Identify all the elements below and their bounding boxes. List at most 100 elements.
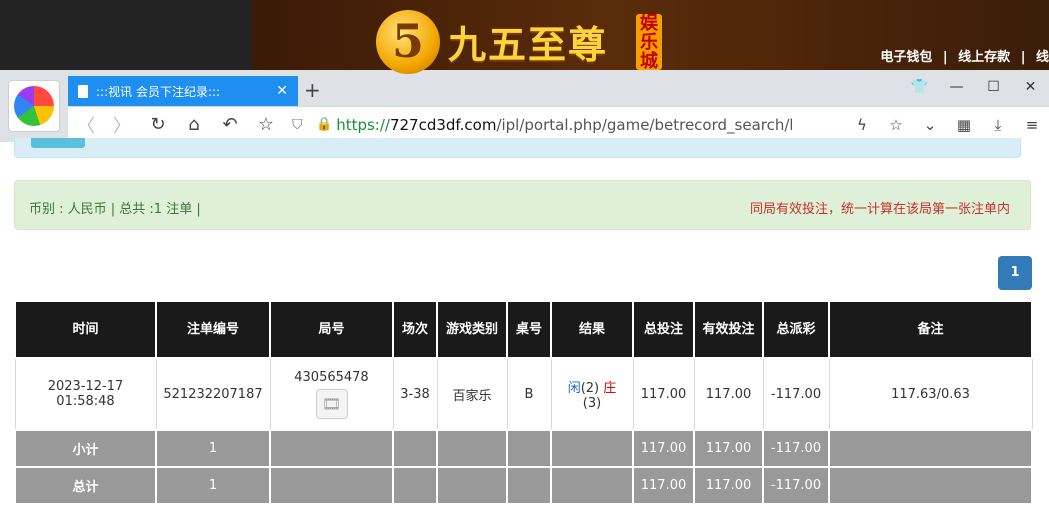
cell-round-id: 430565478 🎞 xyxy=(269,357,394,431)
link-sep: | xyxy=(1020,50,1026,65)
total-label: 总计 xyxy=(14,466,157,505)
round-id: 430565478 xyxy=(294,369,369,385)
col-note: 备注 xyxy=(828,300,1033,359)
empty-cell xyxy=(550,466,634,505)
reload-icon[interactable]: ↻ xyxy=(140,114,176,135)
result-banker: 庄 xyxy=(603,381,617,396)
browser-chrome: :::视讯 会员下注纪录::: ✕ + 👕 — ☐ ✕ 〈 〉 ↻ ⌂ ↶ ☆ … xyxy=(0,70,1049,142)
empty-cell xyxy=(269,429,394,468)
forward-icon[interactable]: 〉 xyxy=(104,112,140,138)
link-ewallet[interactable]: 电子钱包 xyxy=(880,50,932,65)
cell-table: B xyxy=(506,357,552,431)
subtotal-row: 小计 1 117.00 117.00 -117.00 xyxy=(14,429,1033,468)
browser-toolbar: 〈 〉 ↻ ⌂ ↶ ☆ ⛉ 🔒 https:// 727cd3df.com /i… xyxy=(68,106,1049,142)
empty-cell xyxy=(828,429,1033,468)
new-tab-icon[interactable]: + xyxy=(304,78,321,102)
empty-cell xyxy=(392,466,438,505)
browser-logo-icon xyxy=(14,86,54,126)
empty-cell xyxy=(550,429,634,468)
table-row: 2023-12-17 01:58:48 521232207187 4305654… xyxy=(14,357,1033,431)
video-replay-icon[interactable]: 🎞 xyxy=(315,388,348,419)
link-online-deposit[interactable]: 线上存款 xyxy=(958,50,1010,65)
table-header-row: 时间 注单编号 局号 场次 游戏类别 桌号 结果 总投注 有效投注 总派彩 备注 xyxy=(14,300,1033,359)
total-payout: -117.00 xyxy=(762,466,830,505)
subtotal-valid-bet: 117.00 xyxy=(693,429,764,468)
banner-left-panel xyxy=(0,0,252,70)
col-bet-id: 注单编号 xyxy=(155,300,271,359)
tab-active[interactable]: :::视讯 会员下注纪录::: ✕ xyxy=(68,76,298,106)
brand-name: 九五至尊 xyxy=(448,22,609,67)
col-round-id: 局号 xyxy=(269,300,394,359)
url-scheme: https:// xyxy=(336,115,390,134)
empty-cell xyxy=(828,466,1033,505)
currency-summary: 币别 : 人民币 | 总共 :1 注单 | xyxy=(29,202,201,217)
col-result: 结果 xyxy=(550,300,634,359)
back-icon[interactable]: 〈 xyxy=(68,112,104,138)
bet-record-table: 时间 注单编号 局号 场次 游戏类别 桌号 结果 总投注 有效投注 总派彩 备注… xyxy=(14,300,1033,505)
url-host: 727cd3df.com xyxy=(389,115,497,134)
page-content: 币别 : 人民币 | 总共 :1 注单 | 同局有效投注，统一计算在该局第一张注… xyxy=(0,138,1049,517)
empty-cell xyxy=(436,466,508,505)
total-row: 总计 1 117.00 117.00 -117.00 xyxy=(14,466,1033,505)
undo-icon[interactable]: ↶ xyxy=(212,114,248,135)
col-valid-bet: 有效投注 xyxy=(693,300,764,359)
browser-app-icon[interactable] xyxy=(8,80,60,132)
shield-icon: ⛉ xyxy=(292,116,303,133)
total-valid-bet: 117.00 xyxy=(693,466,764,505)
search-button-partial[interactable] xyxy=(31,138,85,148)
apps-grid-icon[interactable]: ▦ xyxy=(947,116,981,134)
window-close-icon[interactable]: ✕ xyxy=(1012,74,1049,100)
result-player-value: (2) xyxy=(580,381,600,396)
subtotal-total-bet: 117.00 xyxy=(632,429,695,468)
cell-time: 2023-12-17 01:58:48 xyxy=(14,357,157,431)
top-links: 电子钱包 | 线上存款 | 线 xyxy=(874,46,1049,65)
result-banker-value: (3) xyxy=(582,396,602,411)
window-controls: 👕 — ☐ ✕ xyxy=(901,74,1049,100)
col-time: 时间 xyxy=(14,300,157,359)
lock-icon: 🔒 xyxy=(316,117,333,132)
col-total-bet: 总投注 xyxy=(632,300,695,359)
skin-icon[interactable]: 👕 xyxy=(901,74,938,100)
col-session: 场次 xyxy=(392,300,438,359)
cell-total-bet: 117.00 xyxy=(632,357,695,431)
download-icon[interactable]: ⤓ xyxy=(981,116,1015,134)
tab-title: :::视讯 会员下注纪录::: xyxy=(96,84,221,99)
col-table-no: 桌号 xyxy=(506,300,552,359)
cell-payout: -117.00 xyxy=(762,357,830,431)
link-more[interactable]: 线 xyxy=(1036,50,1049,65)
cell-bet-id: 521232207187 xyxy=(155,357,271,431)
subtotal-label: 小计 xyxy=(14,429,157,468)
menu-icon[interactable]: ≡ xyxy=(1015,116,1049,134)
url-path: /ipl/portal.php/game/betrecord_search/ki… xyxy=(496,115,792,134)
cell-note: 117.63/0.63 xyxy=(828,357,1033,431)
pagination-page-1[interactable]: 1 xyxy=(998,256,1032,290)
empty-cell xyxy=(392,429,438,468)
minimize-icon[interactable]: — xyxy=(938,74,975,100)
lightning-icon[interactable]: ϟ xyxy=(845,116,879,134)
total-count: 1 xyxy=(155,466,271,505)
favorite-star-icon[interactable]: ☆ xyxy=(879,116,913,134)
result-player: 闲 xyxy=(567,381,581,396)
maximize-icon[interactable]: ☐ xyxy=(975,74,1012,100)
valid-bet-notice: 同局有效投注，统一计算在该局第一张注单内 xyxy=(749,202,1010,217)
empty-cell xyxy=(269,466,394,505)
home-icon[interactable]: ⌂ xyxy=(176,114,212,135)
col-payout: 总派彩 xyxy=(762,300,830,359)
cell-session: 3-38 xyxy=(392,357,438,431)
address-bar[interactable]: ⛉ 🔒 https:// 727cd3df.com /ipl/portal.ph… xyxy=(292,111,892,139)
bookmark-star-icon[interactable]: ☆ xyxy=(248,114,284,135)
document-icon xyxy=(78,84,88,98)
close-icon[interactable]: ✕ xyxy=(276,83,288,99)
total-total-bet: 117.00 xyxy=(632,466,695,505)
tab-strip: :::视讯 会员下注纪录::: ✕ + 👕 — ☐ ✕ xyxy=(68,70,1049,106)
empty-cell xyxy=(436,429,508,468)
cell-valid-bet: 117.00 xyxy=(693,357,764,431)
empty-cell xyxy=(506,466,552,505)
bet-date: 2023-12-17 xyxy=(47,379,124,394)
cell-result: 闲(2) 庄 (3) xyxy=(550,357,634,431)
brand-logo-icon: 5 xyxy=(376,10,440,74)
chevron-down-icon[interactable]: ⌄ xyxy=(913,116,947,134)
cell-game: 百家乐 xyxy=(436,357,508,431)
subtotal-count: 1 xyxy=(155,429,271,468)
summary-alert: 币别 : 人民币 | 总共 :1 注单 | 同局有效投注，统一计算在该局第一张注… xyxy=(14,180,1031,230)
